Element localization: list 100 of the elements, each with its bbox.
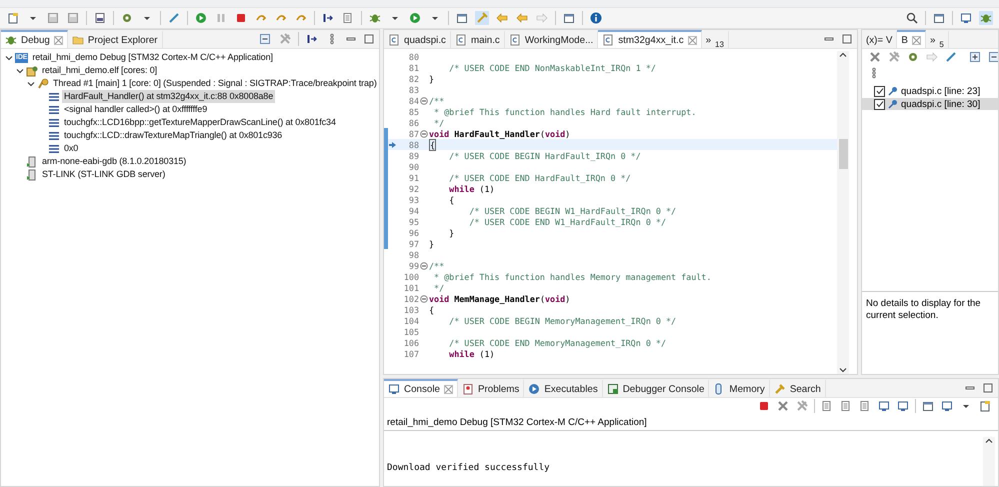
c-file-icon	[388, 34, 400, 46]
code-line: /* USER CODE BEGIN HardFault_IRQn 0 */	[448, 150, 641, 160]
expand-button[interactable]	[968, 50, 982, 64]
debug-tree-item[interactable]: ST-LINK (ST-LINK GDB server)	[40, 168, 168, 181]
save-button[interactable]	[46, 11, 60, 25]
stop-button[interactable]	[234, 11, 248, 25]
scrollbar[interactable]	[837, 51, 849, 374]
view-tab[interactable]: Console	[384, 379, 458, 397]
folder-icon	[72, 34, 84, 46]
info-button[interactable]	[589, 11, 603, 25]
maximize-icon	[982, 382, 994, 394]
scroll-thumb[interactable]	[838, 139, 848, 169]
arrow-left-button[interactable]	[515, 11, 529, 25]
scrollbar[interactable]	[983, 437, 995, 486]
stop-icon	[235, 12, 247, 24]
checkbox[interactable]	[874, 98, 885, 110]
console-button[interactable]	[959, 11, 973, 25]
code-line: * @brief This function handles Hard fault interrupt.	[433, 106, 696, 116]
debug-tree-item[interactable]: arm-none-eabi-gdb (8.1.0.20180315)	[40, 155, 188, 168]
step-line-button[interactable]	[305, 32, 319, 46]
code-line: */	[433, 282, 444, 292]
play-button[interactable]	[194, 11, 208, 25]
line-number: 83	[408, 84, 419, 94]
chip-icon	[26, 64, 38, 76]
remove-button[interactable]	[776, 399, 790, 413]
step-line-icon	[306, 33, 318, 45]
line-number: 94	[408, 206, 419, 216]
code-line: }	[429, 74, 434, 84]
document-icon	[840, 400, 852, 412]
line-number: 100	[402, 272, 419, 282]
debug-tree-item[interactable]: <signal handler called>() at 0xfffffffe9	[62, 103, 210, 116]
console-button[interactable]	[896, 399, 910, 413]
debug-tree-item[interactable]: touchgfx::LCD16bpp::getTextureMapperDrawScanLine() at 0x801fc34	[62, 116, 338, 129]
debug-tree-item[interactable]: 0x0	[62, 142, 80, 155]
debug-tree-item[interactable]: retail_hmi_demo.elf [cores: 0]	[40, 64, 160, 77]
collapse-button[interactable]	[987, 50, 998, 64]
debug-tree-item[interactable]: Thread #1 [main] 1 [core: 0] (Suspended : Signal : SIGTRAP:Trace/breakpoint trap)	[51, 77, 379, 90]
bug-icon	[369, 12, 381, 24]
remove-all-button[interactable]	[278, 32, 292, 46]
window-button[interactable]	[932, 11, 946, 25]
chevron-up-icon	[985, 437, 993, 445]
process-icon	[26, 156, 38, 168]
line-number: 89	[408, 150, 419, 160]
window-button[interactable]	[562, 11, 576, 25]
window-button[interactable]	[921, 399, 935, 413]
search-button[interactable]	[905, 11, 919, 25]
remove-all-button[interactable]	[795, 399, 809, 413]
chevron-down-icon	[839, 366, 847, 374]
checkbox[interactable]	[874, 86, 885, 96]
line-number: 103	[402, 304, 419, 314]
console-output: Download verified successfully	[387, 463, 551, 475]
code-line: /**	[429, 260, 444, 270]
save-button[interactable]	[66, 11, 80, 25]
debug-tree-item[interactable]: HardFault_Handler() at stm32g4xx_it.c:88 0x8008a8e	[62, 90, 276, 103]
remove-all-button[interactable]	[887, 50, 901, 64]
arrow-left-button[interactable]	[495, 11, 509, 25]
clipboard-icon	[462, 383, 474, 395]
console-title: retail_hmi_demo Debug [STM32 Cortex-M C/C++ Application]	[387, 416, 647, 428]
arrow-left-icon	[516, 12, 528, 24]
code-line: void HardFault_Handler(void)	[429, 128, 570, 138]
play-icon	[195, 12, 207, 24]
arrow-right-icon	[389, 140, 396, 148]
line-number: 106	[402, 338, 419, 348]
c-file-icon	[508, 34, 521, 46]
binary-file-button[interactable]	[93, 11, 107, 25]
debug-tree-item[interactable]: retail_hmi_demo Debug [STM32 Cortex-M C/C++ Application]	[30, 51, 275, 64]
pause-icon	[215, 12, 227, 24]
window-button[interactable]	[455, 11, 469, 25]
new-file-button[interactable]	[978, 399, 992, 413]
debug-tree-item[interactable]: touchgfx::LCD::drawTextureMapTriangle() at 0x801c936	[62, 129, 284, 142]
line-number: 102	[402, 294, 419, 304]
stop-button[interactable]	[757, 399, 771, 413]
line-number: 95	[408, 216, 419, 226]
arrow-right-icon	[536, 12, 548, 24]
line-number: 93	[408, 194, 419, 204]
code-line: {	[448, 194, 454, 204]
play-icon	[409, 12, 421, 24]
code-line: /* USER CODE END NonMaskableInt_IRQn 1 */	[448, 62, 656, 72]
c-file-icon	[454, 34, 467, 46]
view-tab[interactable]: Debug	[1, 30, 68, 48]
bug-button[interactable]	[979, 11, 993, 25]
new-file-button[interactable]	[6, 11, 20, 25]
code-line: void MemManage_Handler(void)	[429, 294, 570, 304]
collapse-button[interactable]	[258, 32, 272, 46]
breakpoint-item[interactable]: quadspi.c [line: 23]	[901, 86, 980, 96]
remove-button[interactable]	[868, 50, 882, 64]
console-button[interactable]	[940, 399, 954, 413]
console-icon	[878, 400, 890, 412]
play-button[interactable]	[408, 11, 422, 25]
view-tab[interactable]: B	[897, 30, 926, 48]
console-button[interactable]	[877, 399, 891, 413]
thread-icon	[37, 78, 49, 90]
collapse-icon	[420, 130, 428, 138]
chevron-up-icon	[839, 51, 847, 59]
new-file-icon	[979, 400, 991, 412]
window-icon	[456, 12, 468, 24]
stack-frame-icon	[48, 104, 60, 116]
line-number: 105	[402, 326, 419, 336]
editor-tab[interactable]: stm32g4xx_it.c	[598, 30, 702, 48]
step-line-button[interactable]	[321, 11, 335, 25]
